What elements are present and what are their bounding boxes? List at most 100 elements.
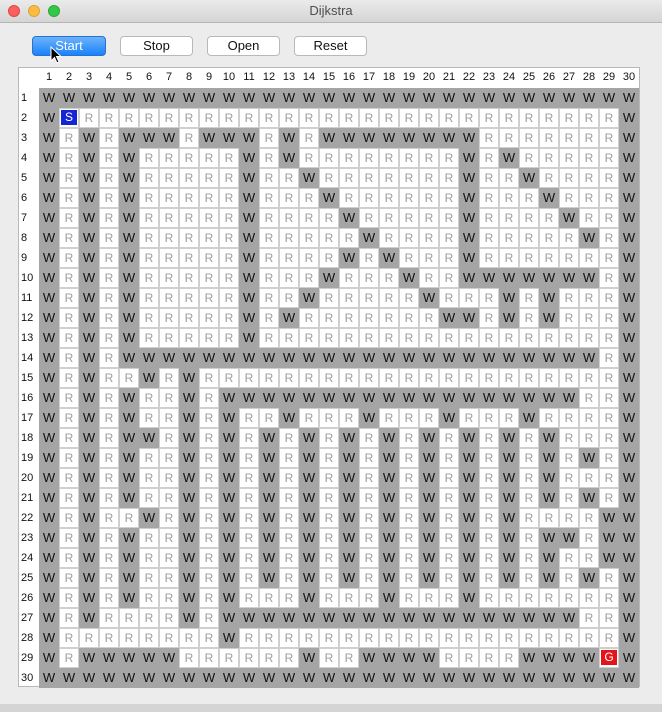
wall-cell[interactable]: W	[479, 668, 499, 688]
road-cell[interactable]: R	[159, 268, 179, 288]
road-cell[interactable]: R	[299, 228, 319, 248]
road-cell[interactable]: R	[399, 288, 419, 308]
wall-cell[interactable]: W	[339, 128, 359, 148]
road-cell[interactable]: R	[359, 568, 379, 588]
road-cell[interactable]: R	[519, 468, 539, 488]
road-cell[interactable]: R	[559, 108, 579, 128]
road-cell[interactable]: R	[599, 188, 619, 208]
road-cell[interactable]: R	[239, 448, 259, 468]
wall-cell[interactable]: W	[319, 668, 339, 688]
wall-cell[interactable]: W	[259, 468, 279, 488]
road-cell[interactable]: R	[479, 228, 499, 248]
wall-cell[interactable]: W	[539, 448, 559, 468]
road-cell[interactable]: R	[479, 548, 499, 568]
road-cell[interactable]: R	[99, 528, 119, 548]
road-cell[interactable]: R	[99, 148, 119, 168]
wall-cell[interactable]: W	[579, 568, 599, 588]
wall-cell[interactable]: W	[419, 428, 439, 448]
road-cell[interactable]: R	[319, 248, 339, 268]
wall-cell[interactable]: W	[159, 88, 179, 108]
road-cell[interactable]: R	[539, 368, 559, 388]
road-cell[interactable]: R	[259, 588, 279, 608]
road-cell[interactable]: R	[279, 528, 299, 548]
wall-cell[interactable]: W	[279, 608, 299, 628]
wall-cell[interactable]: W	[279, 148, 299, 168]
wall-cell[interactable]: W	[339, 248, 359, 268]
road-cell[interactable]: R	[199, 548, 219, 568]
wall-cell[interactable]: W	[219, 488, 239, 508]
road-cell[interactable]: R	[319, 508, 339, 528]
wall-cell[interactable]: W	[119, 228, 139, 248]
road-cell[interactable]: R	[319, 148, 339, 168]
wall-cell[interactable]: W	[459, 488, 479, 508]
open-button[interactable]: Open	[207, 36, 280, 56]
wall-cell[interactable]: W	[359, 128, 379, 148]
road-cell[interactable]: R	[139, 388, 159, 408]
wall-cell[interactable]: W	[439, 308, 459, 328]
road-cell[interactable]: R	[199, 648, 219, 668]
wall-cell[interactable]: W	[539, 308, 559, 328]
wall-cell[interactable]: W	[39, 228, 59, 248]
road-cell[interactable]: R	[399, 108, 419, 128]
wall-cell[interactable]: W	[119, 148, 139, 168]
wall-cell[interactable]: W	[619, 148, 639, 168]
wall-cell[interactable]: W	[379, 548, 399, 568]
road-cell[interactable]: R	[159, 528, 179, 548]
road-cell[interactable]: R	[339, 328, 359, 348]
wall-cell[interactable]: W	[259, 428, 279, 448]
road-cell[interactable]: R	[279, 448, 299, 468]
wall-cell[interactable]: W	[539, 468, 559, 488]
wall-cell[interactable]: W	[419, 88, 439, 108]
road-cell[interactable]: R	[339, 628, 359, 648]
wall-cell[interactable]: W	[499, 148, 519, 168]
road-cell[interactable]: R	[359, 328, 379, 348]
road-cell[interactable]: R	[319, 368, 339, 388]
road-cell[interactable]: R	[219, 208, 239, 228]
wall-cell[interactable]: W	[459, 348, 479, 368]
wall-cell[interactable]: W	[179, 428, 199, 448]
road-cell[interactable]: R	[139, 208, 159, 228]
wall-cell[interactable]: W	[619, 568, 639, 588]
road-cell[interactable]: R	[279, 588, 299, 608]
road-cell[interactable]: R	[599, 388, 619, 408]
road-cell[interactable]: R	[59, 408, 79, 428]
road-cell[interactable]: R	[499, 588, 519, 608]
wall-cell[interactable]: W	[239, 328, 259, 348]
wall-cell[interactable]: W	[439, 668, 459, 688]
road-cell[interactable]: R	[559, 188, 579, 208]
road-cell[interactable]: R	[319, 548, 339, 568]
wall-cell[interactable]: W	[359, 228, 379, 248]
wall-cell[interactable]: W	[339, 548, 359, 568]
wall-cell[interactable]: W	[619, 648, 639, 668]
wall-cell[interactable]: W	[579, 268, 599, 288]
road-cell[interactable]: R	[579, 288, 599, 308]
road-cell[interactable]: R	[419, 208, 439, 228]
road-cell[interactable]: R	[259, 308, 279, 328]
wall-cell[interactable]: W	[359, 348, 379, 368]
road-cell[interactable]: R	[399, 508, 419, 528]
road-cell[interactable]: R	[579, 168, 599, 188]
wall-cell[interactable]: W	[299, 168, 319, 188]
road-cell[interactable]: R	[99, 328, 119, 348]
road-cell[interactable]: R	[479, 628, 499, 648]
road-cell[interactable]: R	[499, 128, 519, 148]
wall-cell[interactable]: W	[439, 408, 459, 428]
wall-cell[interactable]: W	[219, 468, 239, 488]
wall-cell[interactable]: W	[539, 268, 559, 288]
road-cell[interactable]: R	[59, 128, 79, 148]
road-cell[interactable]: R	[199, 188, 219, 208]
road-cell[interactable]: R	[79, 108, 99, 128]
road-cell[interactable]: R	[159, 248, 179, 268]
road-cell[interactable]: R	[439, 228, 459, 248]
wall-cell[interactable]: W	[79, 408, 99, 428]
road-cell[interactable]: R	[479, 448, 499, 468]
road-cell[interactable]: R	[259, 268, 279, 288]
road-cell[interactable]: R	[479, 168, 499, 188]
road-cell[interactable]: R	[579, 608, 599, 628]
wall-cell[interactable]: W	[599, 88, 619, 108]
road-cell[interactable]: R	[379, 208, 399, 228]
wall-cell[interactable]: W	[119, 168, 139, 188]
wall-cell[interactable]: W	[499, 568, 519, 588]
wall-cell[interactable]: W	[119, 468, 139, 488]
road-cell[interactable]: R	[339, 148, 359, 168]
